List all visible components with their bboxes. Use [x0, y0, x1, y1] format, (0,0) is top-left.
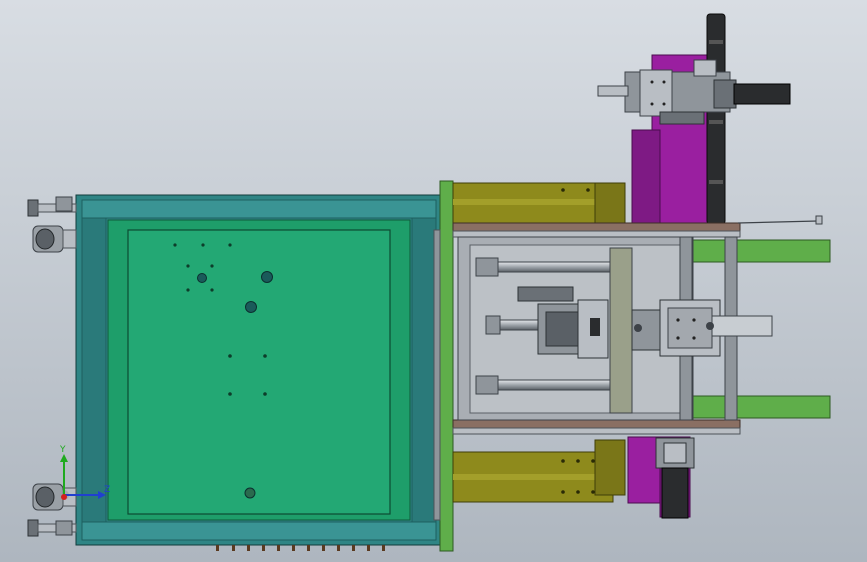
bottom-motor[interactable] [655, 437, 695, 519]
caster-wheel-top[interactable] [32, 225, 77, 253]
triad-y-label: Y [59, 445, 66, 455]
mounting-plate[interactable] [107, 219, 411, 521]
cad-viewport[interactable]: Y Z [0, 0, 867, 562]
triad-z-label: Z [104, 485, 110, 495]
caster-wheel-bottom[interactable] [32, 483, 77, 511]
black-belt-strip[interactable] [706, 13, 726, 225]
divider-plate[interactable] [433, 180, 454, 552]
triad-origin [61, 494, 67, 500]
cad-assembly-top-view: Y Z [0, 0, 867, 562]
upper-rail[interactable] [452, 222, 741, 238]
lower-rail[interactable] [452, 419, 741, 435]
